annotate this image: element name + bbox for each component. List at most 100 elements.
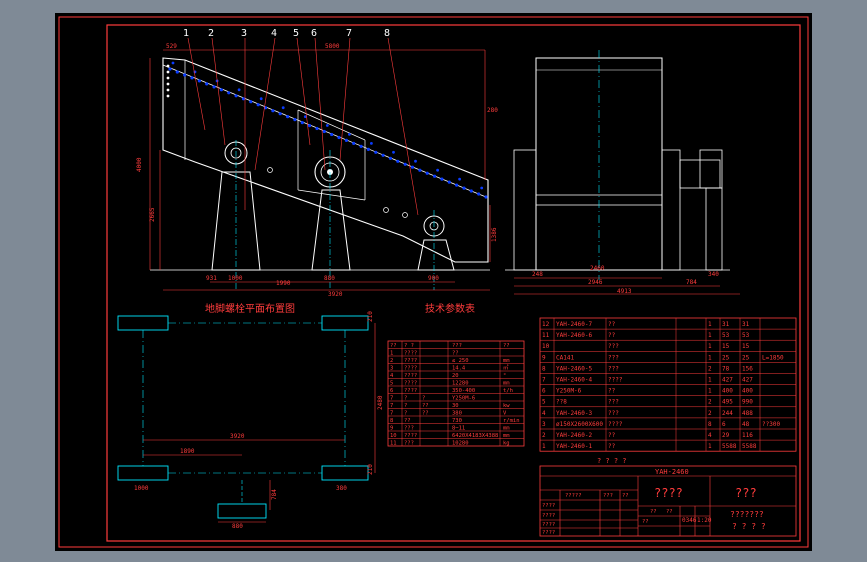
bolt-mark <box>348 133 351 136</box>
company-line-1: ??????? <box>730 510 764 519</box>
param-table-cell: ???? <box>404 366 417 372</box>
param-table-cell: ???? <box>404 388 417 394</box>
dim-1386: 1386 <box>491 227 498 242</box>
bolt-mark <box>175 70 179 74</box>
bom-cell: 1 <box>542 443 546 450</box>
param-table-cell: 20 <box>452 373 459 379</box>
callout-6: 6 <box>311 28 317 39</box>
bom-cell: 990 <box>742 399 753 406</box>
bom-cell: YAH-2460-4 <box>556 377 593 384</box>
bolt-mark <box>166 64 170 68</box>
param-table-cell: ???? <box>404 433 417 439</box>
bolt-mark <box>256 103 260 107</box>
bom-cell: 400 <box>722 388 733 395</box>
bom-cell: 427 <box>742 377 753 384</box>
dim-900: 900 <box>428 275 439 282</box>
param-table-cell: ???? <box>404 373 417 379</box>
bolt-mark <box>359 144 363 148</box>
bolt-mark <box>344 138 348 142</box>
bom-cell: YAH-2460-2 <box>556 432 593 439</box>
dim-248: 248 <box>532 271 543 278</box>
dim-280: 280 <box>487 107 498 114</box>
bom-cell: 5588 <box>742 443 757 450</box>
bom-cell: 116 <box>742 432 753 439</box>
bom-cell: ?? <box>608 388 616 395</box>
bolt-mark <box>168 67 172 71</box>
param-table-cell: ㎡ <box>503 364 509 372</box>
bolt-mark <box>484 195 488 199</box>
param-table-cell: 6420X4183X4388 <box>452 433 498 439</box>
param-table-cell: 9 <box>390 426 393 432</box>
scale-cell: 1:20 <box>697 517 712 524</box>
anchor-plan-title: 地脚螺栓平面布置图 <box>205 302 295 315</box>
param-table-header-cell: ? ? <box>404 343 414 349</box>
bolt-mark <box>396 159 400 163</box>
mini-header-1: ?? <box>650 509 657 515</box>
param-table-cell: ??? <box>404 426 414 432</box>
bolt-mark <box>183 73 187 77</box>
bom-cell: 8 <box>542 365 546 372</box>
drawing-title-right: ??? <box>735 486 757 500</box>
dim-5800: 5800 <box>325 43 340 50</box>
bolt-mark <box>281 106 285 110</box>
bom-cell: 48 <box>742 421 750 428</box>
param-table-cell: ???? <box>404 358 417 364</box>
company-line-2: ? ? ? ? <box>732 522 766 531</box>
bom-cell: 1 <box>708 332 712 339</box>
param-table-cell: 730 <box>452 418 462 424</box>
param-table-cell: ? <box>404 411 407 417</box>
bom-cell: ?? <box>608 321 616 328</box>
bolt-mark <box>237 88 241 92</box>
bolt-mark <box>433 174 437 178</box>
mini-header-5: ?? <box>642 519 649 525</box>
bom-cell: 12 <box>542 321 550 328</box>
bom-cell: ?? <box>608 332 616 339</box>
dim-plan-1000: 1000 <box>134 485 149 492</box>
bolt-mark <box>249 100 253 104</box>
bom-cell: 10 <box>542 343 550 350</box>
bom-cell: YAH-2460-6 <box>556 332 593 339</box>
bolt-mark <box>440 177 444 181</box>
bom-cell: ??300 <box>762 421 780 428</box>
dim-2460: 2460 <box>590 265 605 272</box>
bom-cell: 1 <box>708 354 712 361</box>
bom-cell: 31 <box>742 321 750 328</box>
bom-cell: Y250M-6 <box>556 388 582 395</box>
bolt-mark <box>166 82 170 86</box>
bom-cell: ?? <box>608 443 616 450</box>
bom-cell: CA141 <box>556 354 574 361</box>
param-table-cell: 3 <box>390 366 393 372</box>
dim-plan-3920: 3920 <box>230 433 245 440</box>
cad-viewport[interactable]: 1 2 3 4 5 6 7 8 529 5800 4000 2665 280 1… <box>0 0 867 562</box>
bolt-mark <box>190 76 194 80</box>
bolt-mark <box>455 183 459 187</box>
dim-2665: 2665 <box>149 207 156 222</box>
dim-4913: 4913 <box>617 288 632 295</box>
bom-cell: YAH-2460-5 <box>556 365 593 372</box>
param-table-cell: 14.4 <box>452 366 466 372</box>
param-table-cell: 1 <box>390 351 393 357</box>
mini-header-4: ?? <box>622 493 629 499</box>
bom-cell: 244 <box>722 410 733 417</box>
bom-cell: 11 <box>542 332 550 339</box>
bolt-mark <box>418 168 422 172</box>
bom-cell: 1 <box>708 343 712 350</box>
param-table-cell: ???? <box>404 381 417 387</box>
bolt-mark <box>392 150 395 154</box>
param-table-cell: ?? <box>422 403 429 409</box>
bom-cell: ??? <box>608 399 619 406</box>
param-table-cell: 10 <box>390 433 397 439</box>
param-table-header-cell: ?? <box>503 343 510 349</box>
drawing-sheet[interactable]: 1 2 3 4 5 6 7 8 529 5800 4000 2665 280 1… <box>0 0 867 562</box>
bom-cell: 25 <box>742 354 750 361</box>
sig-row-4: ???? <box>542 522 555 528</box>
bolt-mark <box>480 186 484 190</box>
dim-plan-880: 880 <box>232 523 243 530</box>
bolt-mark <box>259 97 263 101</box>
bom-cell: 2 <box>708 365 712 372</box>
bolt-mark <box>381 153 385 157</box>
bom-cell: 427 <box>722 377 733 384</box>
param-table-cell: 11 <box>390 441 397 447</box>
sig-row-1: ????? <box>565 493 582 499</box>
param-table-cell: Y250M-6 <box>452 396 475 402</box>
